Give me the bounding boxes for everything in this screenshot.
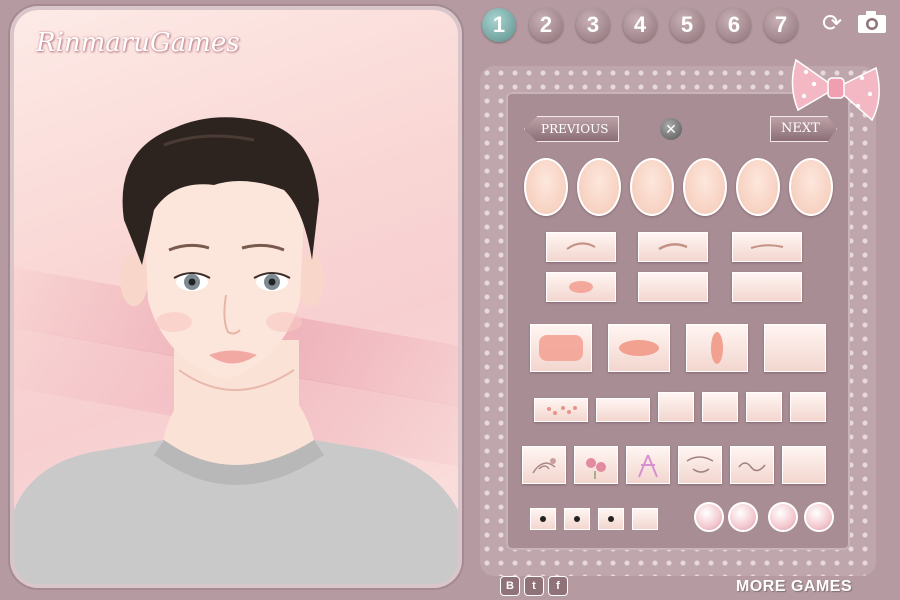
step-button-2[interactable]: 2 [529, 8, 563, 42]
nose-option-3[interactable] [630, 158, 674, 216]
bow-decoration [791, 58, 880, 122]
blush-option-1[interactable] [546, 272, 616, 302]
mole-option-3[interactable] [598, 508, 624, 530]
nose-option-4[interactable] [683, 158, 727, 216]
freckles-option[interactable] [534, 398, 588, 422]
camera-icon[interactable] [856, 10, 888, 38]
small-option-4[interactable] [702, 392, 738, 422]
mole-option-4[interactable] [632, 508, 658, 530]
pearl-option-4[interactable] [804, 502, 834, 532]
makeup-option-1[interactable] [530, 324, 592, 372]
twitter-icon[interactable]: t [524, 576, 544, 596]
step-button-5[interactable]: 5 [670, 8, 704, 42]
model-illustration [14, 117, 458, 584]
step-button-4[interactable]: 4 [623, 8, 657, 42]
tattoo-option-3[interactable] [626, 446, 670, 484]
pearl-option-3[interactable] [768, 502, 798, 532]
small-option-5[interactable] [746, 392, 782, 422]
nose-option-6[interactable] [789, 158, 833, 216]
blogger-icon[interactable]: B [500, 576, 520, 596]
tattoo-option-4[interactable] [678, 446, 722, 484]
step-button-1[interactable]: 1 [482, 8, 516, 42]
brand-logo: RinmaruGames [36, 28, 240, 58]
tattoo-option-1[interactable] [522, 446, 566, 484]
facebook-icon[interactable]: f [548, 576, 568, 596]
mole-option-2[interactable] [564, 508, 590, 530]
step-button-3[interactable]: 3 [576, 8, 610, 42]
makeup-option-4[interactable] [764, 324, 826, 372]
blush-option-3[interactable] [732, 272, 802, 302]
small-option-3[interactable] [658, 392, 694, 422]
tattoo-option-2[interactable] [574, 446, 618, 484]
blush-option-2[interactable] [638, 272, 708, 302]
close-icon[interactable]: ✕ [660, 118, 682, 140]
pearl-option-2[interactable] [728, 502, 758, 532]
mole-option-1[interactable] [530, 508, 556, 530]
eyebrow-option-2[interactable] [638, 232, 708, 262]
eyebrow-option-3[interactable] [732, 232, 802, 262]
tattoo-option-5[interactable] [730, 446, 774, 484]
makeup-option-2[interactable] [608, 324, 670, 372]
previous-button[interactable]: PREVIOUS [524, 116, 620, 142]
step-button-6[interactable]: 6 [717, 8, 751, 42]
more-games-link[interactable]: MORE GAMES [736, 578, 852, 596]
tattoo-option-6[interactable] [782, 446, 826, 484]
eyebrow-option-1[interactable] [546, 232, 616, 262]
refresh-icon[interactable]: ⟳ [816, 10, 848, 38]
small-option-6[interactable] [790, 392, 826, 422]
nose-option-5[interactable] [736, 158, 780, 216]
nose-option-2[interactable] [577, 158, 621, 216]
nose-option-1[interactable] [524, 158, 568, 216]
small-option-2[interactable] [596, 398, 650, 422]
step-button-7[interactable]: 7 [764, 8, 798, 42]
pearl-option-1[interactable] [694, 502, 724, 532]
character-preview: RinmaruGames [14, 10, 458, 584]
makeup-option-3[interactable] [686, 324, 748, 372]
